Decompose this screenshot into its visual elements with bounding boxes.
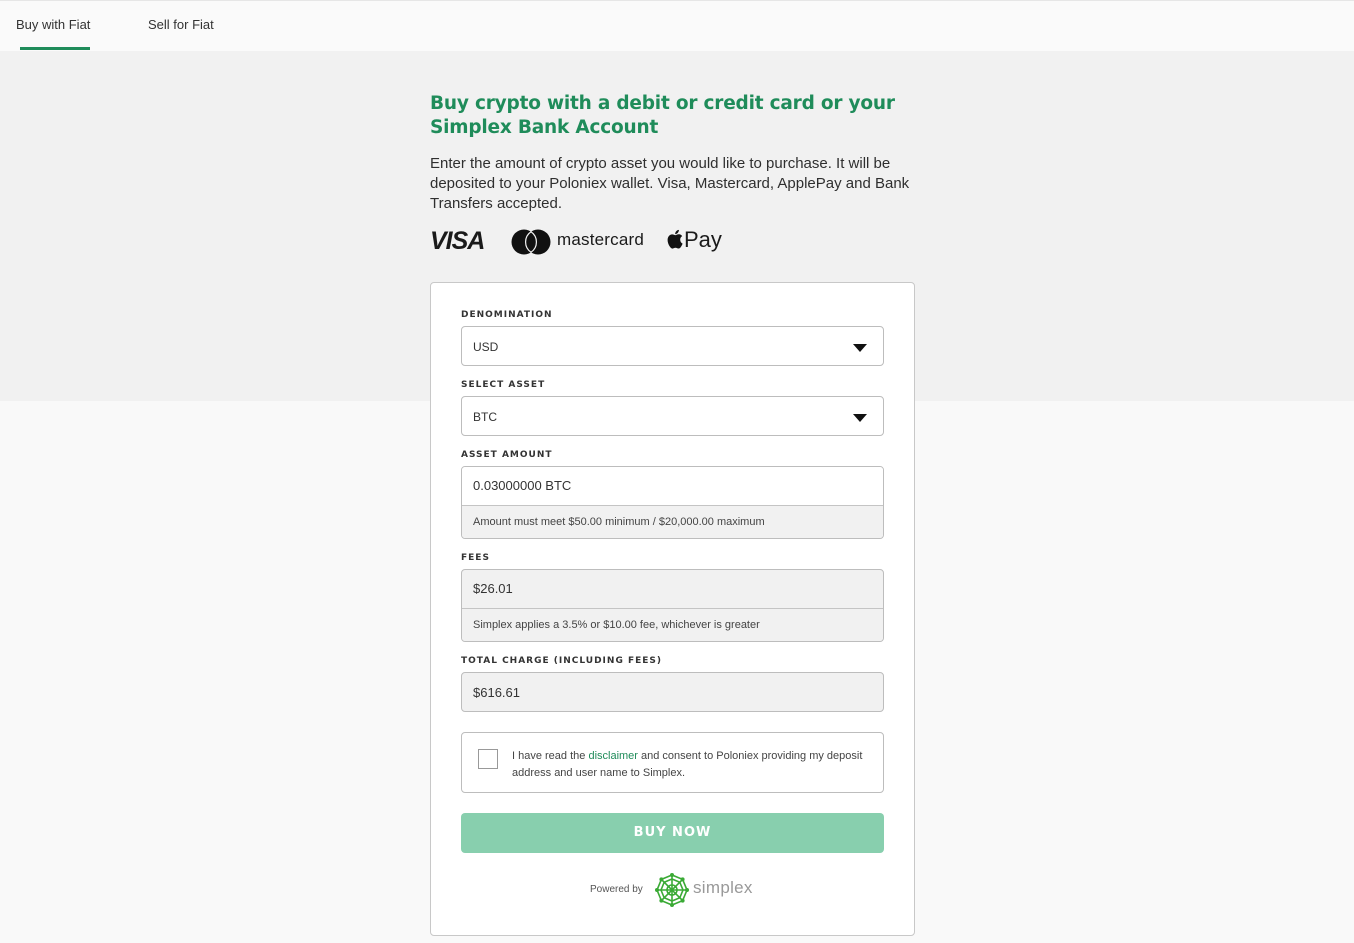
- asset-amount-input[interactable]: 0.03000000 BTC: [462, 467, 883, 506]
- denomination-value: USD: [473, 340, 499, 354]
- mastercard-circles-icon: [511, 229, 551, 255]
- consent-prefix: I have read the: [512, 750, 589, 762]
- total-charge-field: $616.61: [461, 672, 884, 712]
- page-title: Buy crypto with a debit or credit card o…: [430, 93, 895, 138]
- asset-label: SELECT ASSET: [461, 380, 546, 390]
- fees-value: $26.01: [473, 581, 513, 596]
- asset-select[interactable]: BTC: [461, 396, 884, 436]
- total-charge-value: $616.61: [473, 685, 520, 700]
- consent-box: I have read the disclaimer and consent t…: [461, 732, 884, 793]
- caret-down-icon: [853, 344, 867, 352]
- fees-display: $26.01: [462, 570, 883, 609]
- tab-buy-with-fiat[interactable]: Buy with Fiat: [16, 1, 90, 51]
- fees-hint: Simplex applies a 3.5% or $10.00 fee, wh…: [462, 609, 883, 641]
- buy-now-button[interactable]: BUY NOW: [461, 813, 884, 853]
- total-charge-label: TOTAL CHARGE (INCLUDING FEES): [461, 656, 662, 666]
- caret-down-icon: [853, 414, 867, 422]
- powered-by-text: Powered by: [590, 884, 643, 895]
- fees-label: FEES: [461, 553, 490, 563]
- fees-field: $26.01 Simplex applies a 3.5% or $10.00 …: [461, 569, 884, 642]
- tab-bar: Buy with Fiat Sell for Fiat: [0, 1, 1354, 51]
- simplex-wordmark: simplex: [693, 878, 753, 897]
- asset-value: BTC: [473, 410, 497, 424]
- active-tab-indicator: [20, 47, 90, 50]
- consent-text: I have read the disclaimer and consent t…: [512, 748, 872, 782]
- asset-amount-field: 0.03000000 BTC Amount must meet $50.00 m…: [461, 466, 884, 539]
- tab-sell-for-fiat[interactable]: Sell for Fiat: [148, 1, 214, 51]
- denomination-select[interactable]: USD: [461, 326, 884, 366]
- denomination-label: DENOMINATION: [461, 310, 553, 320]
- buy-form-card: DENOMINATION USD SELECT ASSET BTC ASSET …: [430, 282, 915, 936]
- apple-icon: [667, 229, 683, 249]
- powered-by-simplex: Powered by simplex: [590, 873, 760, 907]
- simplex-logo-icon: [655, 873, 689, 907]
- asset-amount-label: ASSET AMOUNT: [461, 450, 553, 460]
- page-description: Enter the amount of crypto asset you wou…: [430, 155, 910, 212]
- applepay-text: Pay: [684, 227, 722, 252]
- disclaimer-link[interactable]: disclaimer: [588, 750, 638, 762]
- mastercard-logo: mastercard: [557, 230, 645, 249]
- consent-checkbox[interactable]: [478, 749, 498, 769]
- asset-amount-hint: Amount must meet $50.00 minimum / $20,00…: [462, 506, 883, 538]
- visa-logo: VISA: [430, 227, 485, 255]
- asset-amount-value: 0.03000000 BTC: [473, 478, 572, 493]
